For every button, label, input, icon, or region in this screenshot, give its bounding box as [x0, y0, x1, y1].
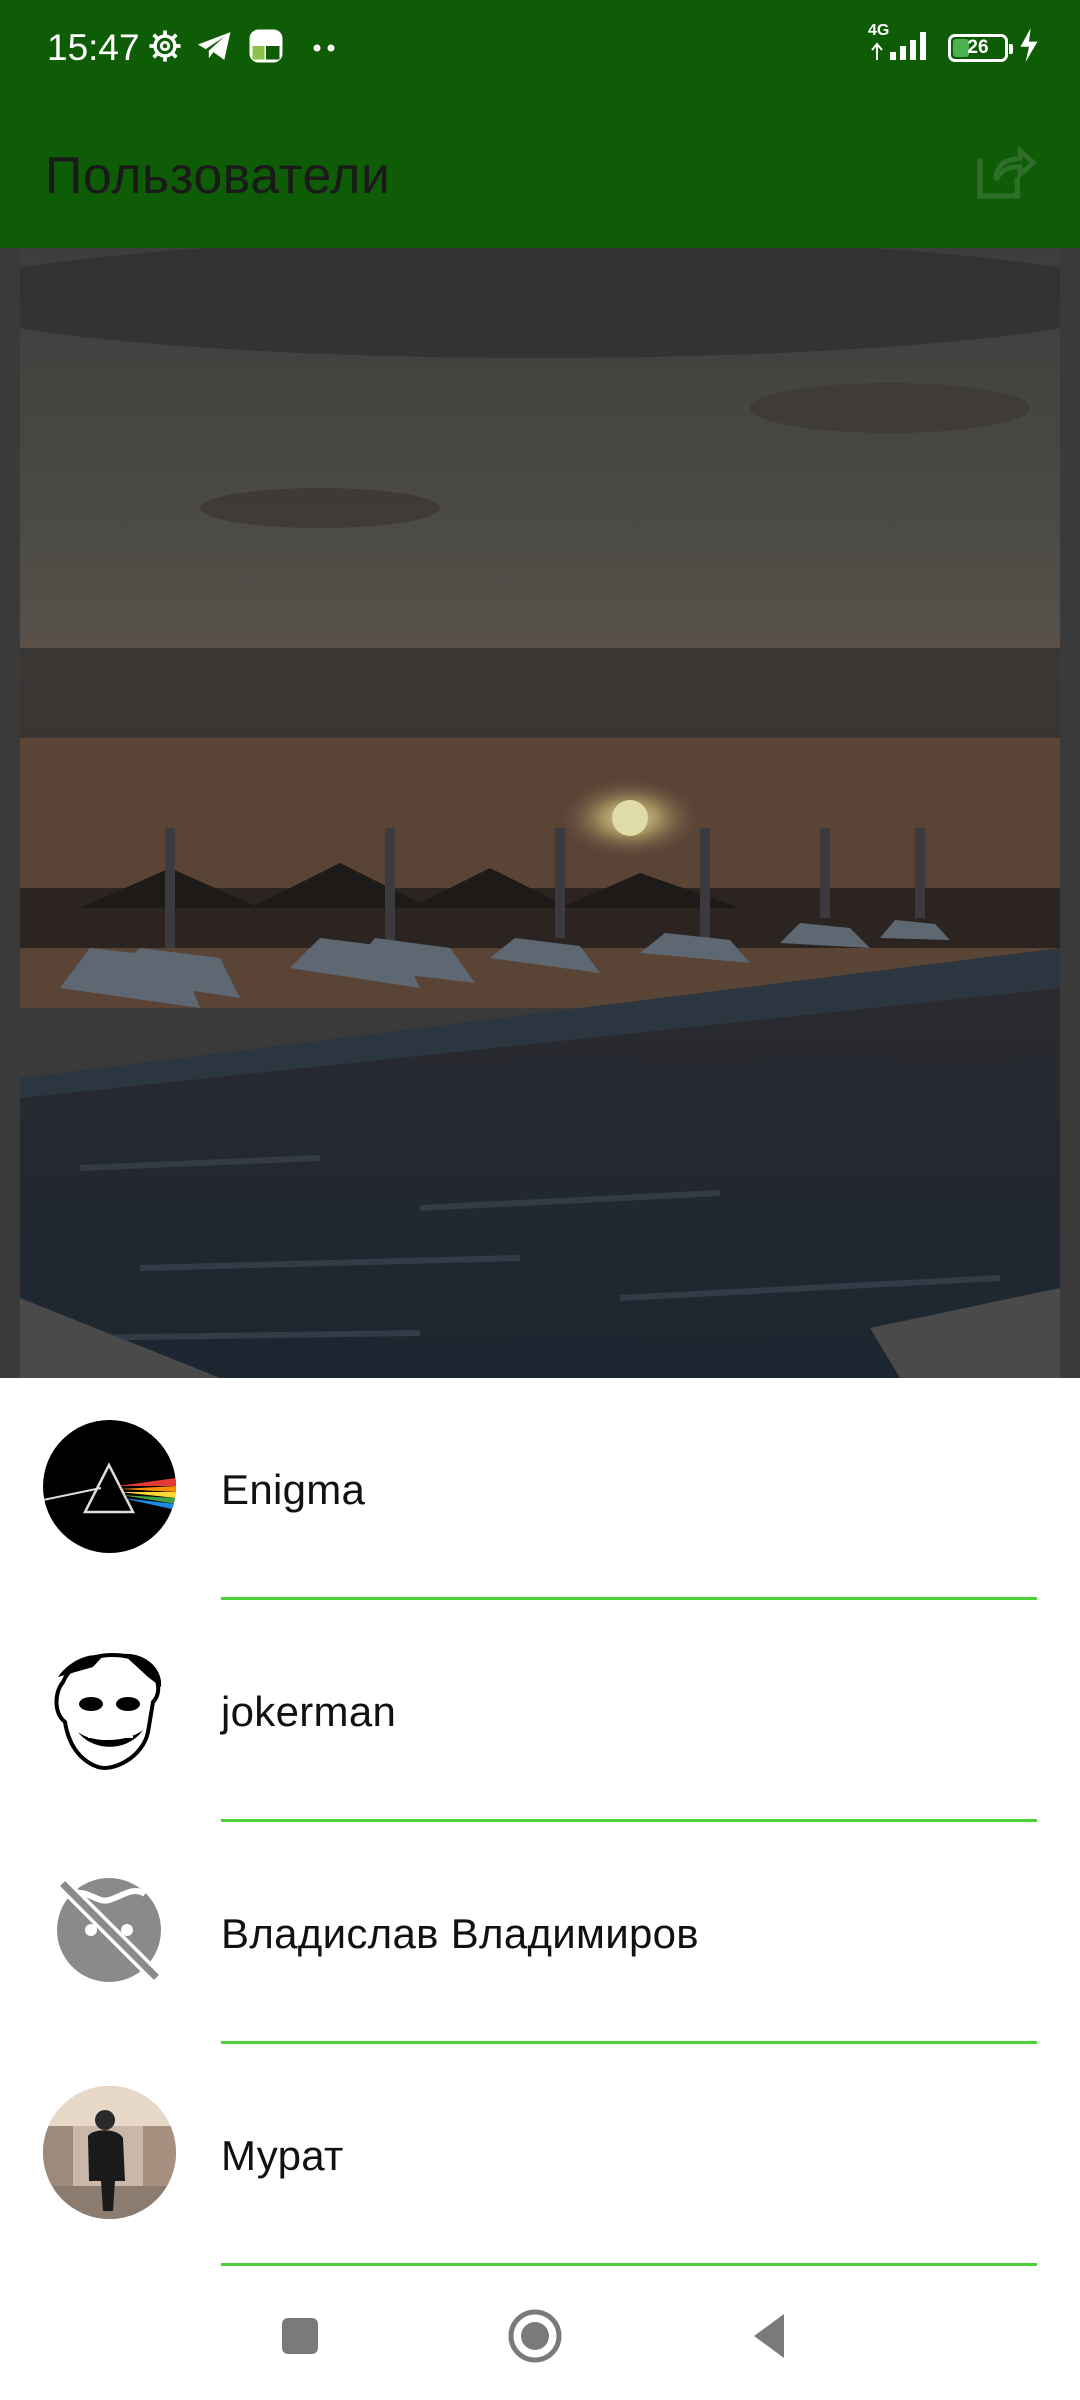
- list-item[interactable]: Мурат: [0, 2044, 1080, 2266]
- sunset-pool-image: [20, 248, 1060, 1378]
- user-name: Владислав Владимиров: [221, 1910, 699, 1957]
- home-circle-icon: [508, 2309, 562, 2363]
- charging-icon: [1018, 28, 1040, 67]
- no-avatar-icon: [43, 1864, 176, 1997]
- settings-gear-icon: [148, 29, 182, 68]
- battery-icon: 26: [948, 33, 1013, 62]
- signal-icon: 4G: [868, 22, 938, 67]
- more-dots-icon: [312, 40, 338, 58]
- photo-preview: [0, 248, 1080, 1378]
- joker-avatar: [43, 1642, 176, 1775]
- app-bar: Пользователи: [0, 102, 1080, 248]
- status-bar: 15:47 4G 26: [0, 0, 1080, 102]
- network-type: 4G: [868, 22, 890, 39]
- battery-level: 26: [967, 36, 989, 58]
- user-name: Enigma: [221, 1466, 366, 1513]
- telegram-icon: [196, 29, 234, 68]
- recents-square-icon: [282, 2318, 318, 2354]
- status-right-icons: 4G 26: [868, 22, 1040, 67]
- user-name: jokerman: [221, 1688, 397, 1735]
- list-item[interactable]: Enigma: [0, 1378, 1080, 1600]
- back-triangle-icon: [754, 2314, 784, 2358]
- user-name: Мурат: [221, 2132, 344, 2179]
- recents-button[interactable]: [270, 2306, 330, 2366]
- home-button[interactable]: [505, 2306, 565, 2366]
- share-button[interactable]: [972, 140, 1037, 204]
- share-icon: [977, 145, 1037, 199]
- photo-avatar: [43, 2086, 176, 2219]
- system-nav-bar: [0, 2268, 1080, 2400]
- status-left-icons: [148, 28, 338, 69]
- status-time: 15:47: [47, 27, 140, 68]
- prism-avatar: [43, 1420, 176, 1553]
- users-list: Enigma jokerman Владислав Владимиров Мур…: [0, 1378, 1080, 2268]
- list-item[interactable]: jokerman: [0, 1600, 1080, 1822]
- divider: [221, 2263, 1037, 2266]
- page-title: Пользователи: [45, 147, 391, 205]
- app-icon: [248, 28, 284, 69]
- list-item[interactable]: Владислав Владимиров: [0, 1822, 1080, 2044]
- back-button[interactable]: [740, 2306, 800, 2366]
